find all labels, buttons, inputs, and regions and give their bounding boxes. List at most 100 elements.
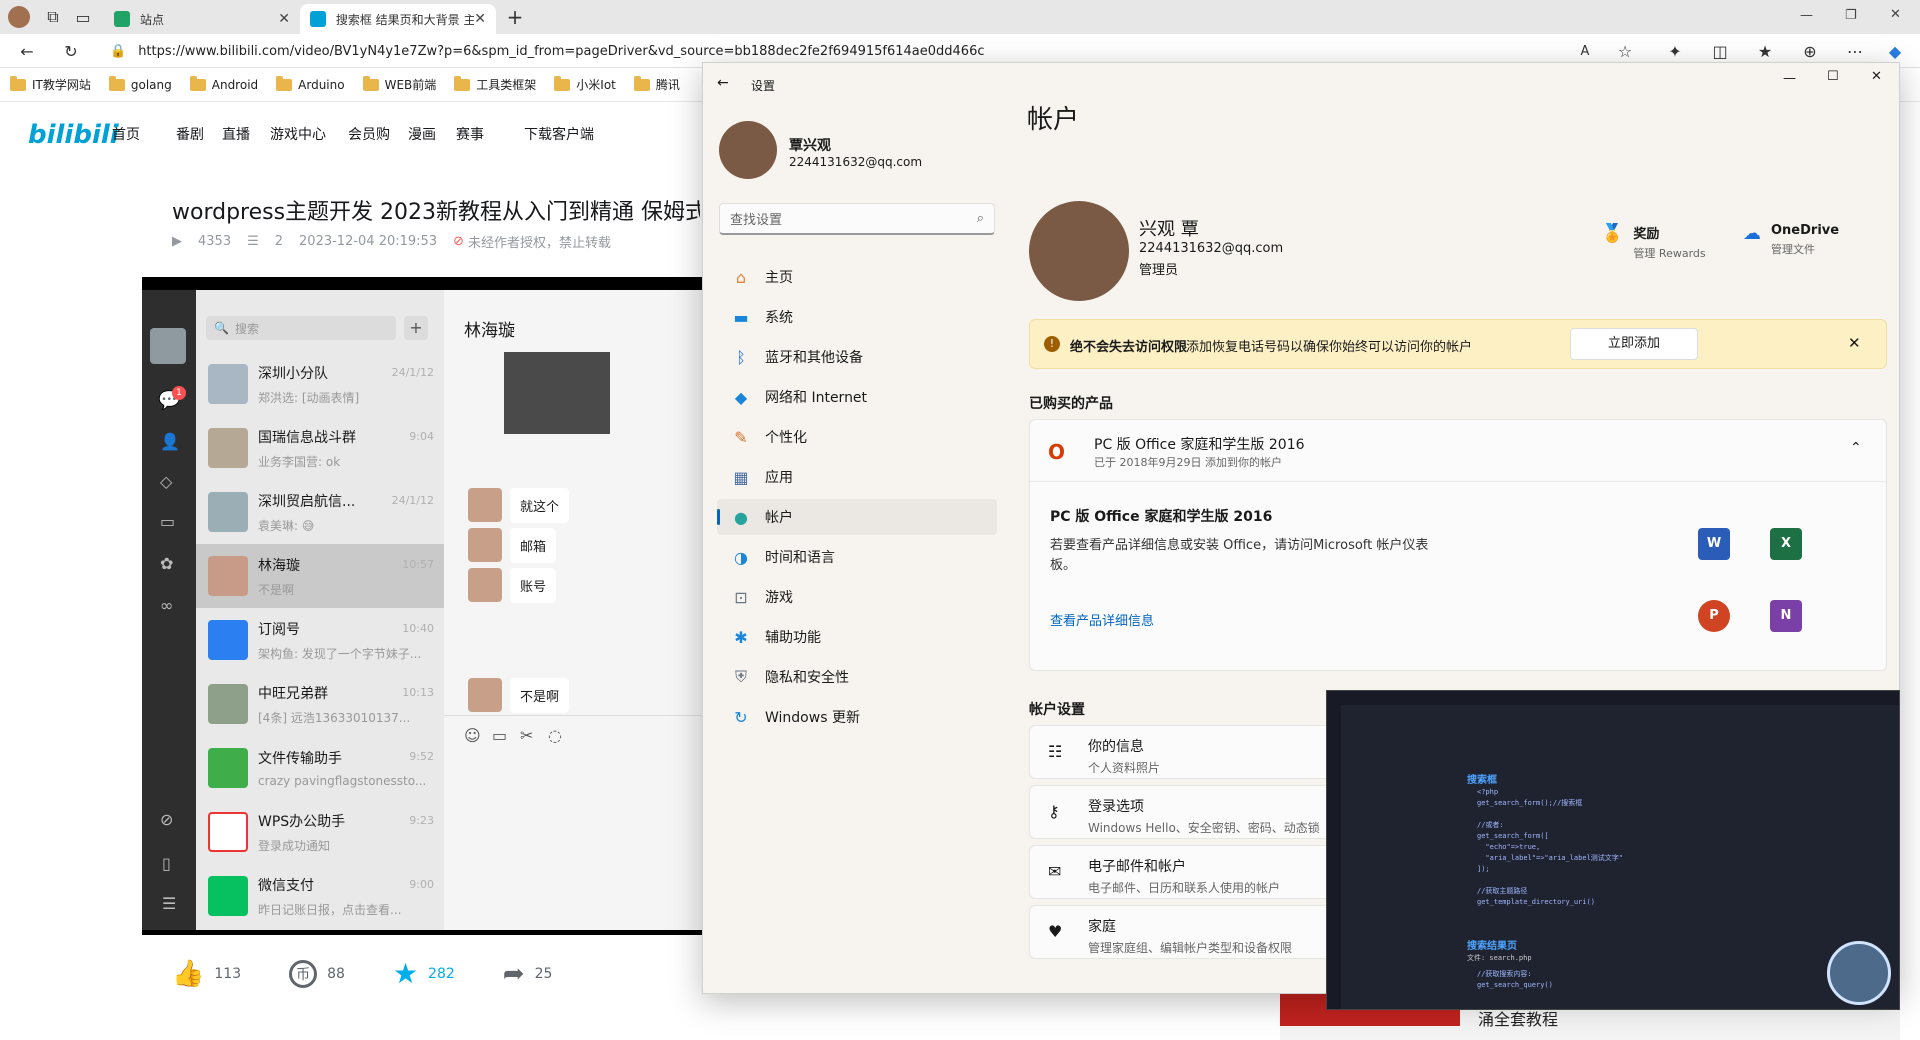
image-message[interactable] [504, 352, 610, 434]
close-window-icon[interactable]: ✕ [1890, 7, 1901, 22]
favorite-button[interactable]: ★ 282 [393, 957, 455, 990]
nav-network[interactable]: ◆ 网络和 Internet [717, 379, 997, 415]
profile-name: 兴观 覃 [1139, 219, 1199, 240]
bookmark-item[interactable]: WEB前端 [362, 75, 436, 93]
bookmark-item[interactable]: golang [108, 75, 172, 92]
tab-sites[interactable]: 站点 ✕ [104, 4, 300, 34]
nav-bluetooth[interactable]: ᛒ 蓝牙和其他设备 [717, 339, 997, 375]
menu-icon[interactable]: ☰ [162, 894, 176, 913]
new-tab-button[interactable]: + [500, 2, 530, 32]
nav-apps[interactable]: ▦ 应用 [717, 459, 997, 495]
rewards-link[interactable]: 🏅 奖励 管理 Rewards [1601, 223, 1706, 261]
bookmark-item[interactable]: 腾讯 [633, 75, 680, 93]
bilibili-logo[interactable]: bilibili [28, 120, 119, 150]
folder-icon [10, 75, 26, 91]
folder-icon [276, 75, 293, 91]
sheet-icon [114, 11, 130, 27]
chat-bubble-icon[interactable]: ◌ [548, 726, 562, 745]
nav-windows-update[interactable]: ↻ Windows 更新 [717, 699, 997, 735]
user-avatar[interactable] [719, 121, 777, 179]
nav-accounts[interactable]: ● 帐户 [717, 499, 997, 535]
search-input[interactable]: 🔍 搜索 [206, 316, 396, 340]
user-name: 覃兴观 [789, 138, 831, 154]
bookmark-item[interactable]: IT教学网站 [10, 75, 91, 93]
back-icon[interactable]: ← [12, 36, 42, 66]
page-title: 帐户 [1027, 105, 1080, 135]
refresh-icon[interactable]: ↻ [56, 36, 86, 66]
list-item[interactable]: 订阅号 架构鱼: 发现了一个字节妹子... 10:40 [196, 608, 444, 672]
nav-system[interactable]: ▬ 系统 [717, 299, 997, 335]
collections-icon[interactable]: ◇ [160, 472, 172, 491]
tab-search-box[interactable]: 搜索框 结果页和大背景 主题 ✕ [300, 4, 496, 34]
coin-button[interactable]: 币 88 [289, 959, 345, 988]
message-bubble: 就这个 [510, 488, 570, 523]
contacts-icon[interactable]: 👤 [160, 432, 180, 451]
add-now-button[interactable]: 立即添加 [1570, 328, 1698, 360]
nav-shop[interactable]: 会员购 [348, 124, 390, 144]
bookmark-item[interactable]: Android [189, 75, 258, 92]
files-icon[interactable]: ▭ [160, 512, 175, 531]
scissors-icon[interactable]: ✂ [520, 726, 533, 745]
avatar [468, 528, 502, 562]
nav-manga[interactable]: 漫画 [408, 124, 436, 144]
nav-home[interactable]: 首页 [112, 124, 140, 144]
nav-home[interactable]: ⌂ 主页 [717, 259, 997, 295]
add-button[interactable]: + [404, 316, 428, 340]
nav-download[interactable]: 下载客户端 [524, 124, 594, 144]
minimize-icon[interactable]: — [1783, 71, 1796, 86]
list-item[interactable]: 中旺兄弟群 [4条] 远浩13633010137... 10:13 [196, 672, 444, 736]
settings-search-input[interactable]: 查找设置 ⌕ [719, 203, 995, 235]
restore-window-icon[interactable]: ❐ [1845, 8, 1857, 23]
mini-programs-icon[interactable]: ⊘ [160, 810, 173, 829]
workspaces-icon[interactable]: ⧉ [38, 2, 68, 32]
bookmark-item[interactable]: 小米Iot [554, 75, 616, 93]
nav-privacy[interactable]: ⛨ 隐私和安全性 [717, 659, 997, 695]
message-bubble: 账号 [510, 568, 557, 603]
list-item[interactable]: 国瑞信息战斗群 业务李国营: ok 9:04 [196, 416, 444, 480]
my-avatar[interactable] [150, 328, 186, 364]
list-item[interactable]: 深圳小分队 郑洪选: [动画表情] 24/1/12 [196, 352, 444, 416]
url-field[interactable]: 🔒 https://www.bilibili.com/video/BV1yN4y… [110, 37, 1630, 65]
message-bubble: 邮箱 [510, 528, 557, 563]
brush-icon: ✎ [734, 427, 748, 447]
close-icon[interactable]: ✕ [1848, 334, 1861, 352]
onedrive-link[interactable]: ☁ OneDrive 管理文件 [1743, 223, 1839, 257]
bookmark-item[interactable]: 工具类框架 [454, 75, 536, 93]
nav-live[interactable]: 直播 [222, 124, 250, 144]
medal-icon: 🏅 [1601, 223, 1624, 244]
moments-icon[interactable]: ✿ [160, 554, 173, 573]
share-button[interactable]: ➦ 25 [503, 959, 553, 989]
close-icon[interactable]: ✕ [1871, 69, 1882, 84]
list-item[interactable]: 微信支付 昨日记账日报，点击查看... 9:00 [196, 864, 444, 928]
profile-avatar[interactable] [8, 6, 30, 28]
nav-anime[interactable]: 番剧 [176, 124, 204, 144]
list-item[interactable]: WPS办公助手 登录成功通知 9:23 [196, 800, 444, 864]
wechat-sidebar: 💬 1 👤 ◇ ▭ ✿ ∞ ⊘ ▯ ☰ [142, 290, 196, 930]
chevron-up-icon[interactable]: ⌃ [1850, 440, 1862, 456]
channels-icon[interactable]: ∞ [160, 596, 173, 615]
product-header[interactable]: O PC 版 Office 家庭和学生版 2016 已于 2018年9月29日 … [1030, 420, 1886, 482]
nav-time-language[interactable]: ◑ 时间和语言 [717, 539, 997, 575]
product-details-link[interactable]: 查看产品详细信息 [1050, 610, 1154, 629]
nav-accessibility[interactable]: ✱ 辅助功能 [717, 619, 997, 655]
nav-games[interactable]: 游戏中心 [270, 124, 326, 144]
list-item[interactable]: 文件传输助手 crazy pavingflagstonessto... 9:52 [196, 736, 444, 800]
phone-icon[interactable]: ▯ [162, 854, 171, 873]
emoji-icon[interactable]: ☺ [464, 726, 481, 745]
nav-gaming[interactable]: ⊡ 游戏 [717, 579, 997, 615]
bookmark-item[interactable]: Arduino [276, 75, 345, 92]
list-item[interactable]: 林海璇 不是啊 10:57 [196, 544, 444, 608]
tab-actions-icon[interactable]: ▭ [68, 2, 98, 32]
folder-icon[interactable]: ▭ [492, 726, 507, 745]
close-tab-icon[interactable]: ✕ [278, 11, 290, 27]
chat-list: 🔍 搜索 + 深圳小分队 郑洪选: [动画表情] 24/1/12 国瑞信息战斗群 业务李… [196, 290, 444, 930]
folder-icon [189, 75, 206, 91]
close-tab-icon[interactable]: ✕ [474, 11, 486, 27]
maximize-icon[interactable]: ☐ [1827, 69, 1839, 84]
list-item[interactable]: 深圳贸启航信... 袁美琳: 😅 24/1/12 [196, 480, 444, 544]
minimize-window-icon[interactable]: — [1800, 8, 1813, 23]
section-heading: 搜索框 [1467, 775, 1497, 786]
nav-personalization[interactable]: ✎ 个性化 [717, 419, 997, 455]
nav-esports[interactable]: 赛事 [456, 124, 484, 144]
like-button[interactable]: 👍 113 [172, 959, 241, 989]
